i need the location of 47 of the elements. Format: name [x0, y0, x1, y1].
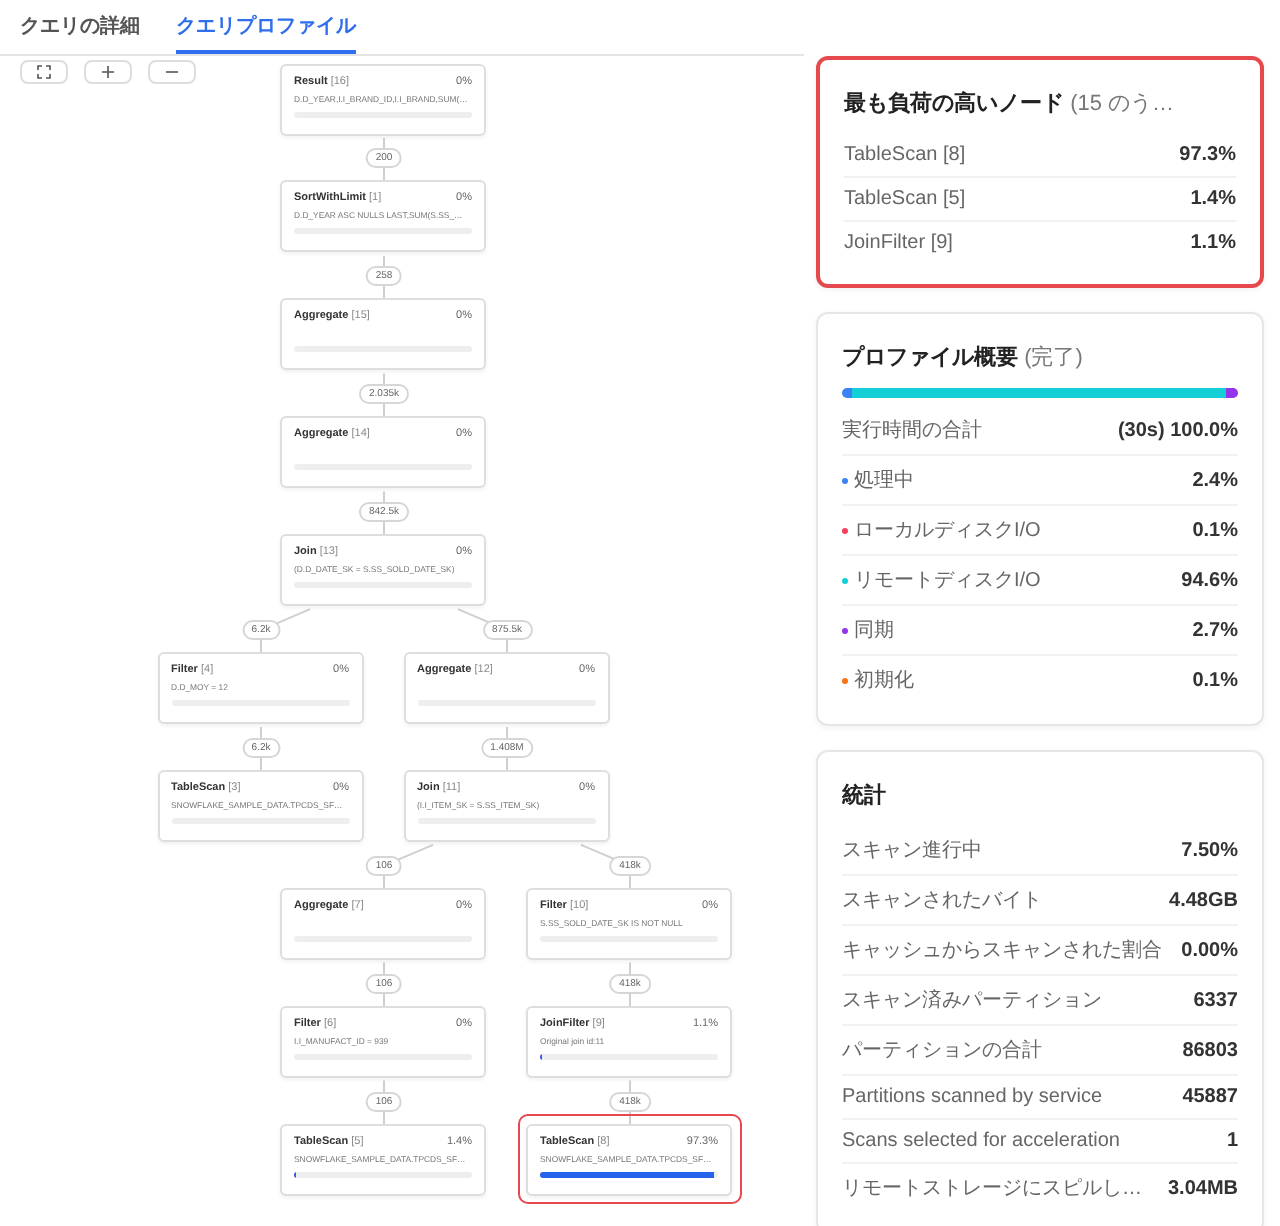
row-label: 同期: [854, 617, 894, 644]
row-value: 1.4%: [1190, 188, 1236, 210]
tab[interactable]: クエリプロファイル: [176, 0, 356, 54]
row-value: 3.04MB: [1167, 1177, 1238, 1199]
row-label: 処理中: [854, 467, 914, 494]
row-label: パーティションの合計: [842, 1037, 1042, 1064]
card-title: プロファイル概要 (完了): [842, 343, 1085, 372]
row-label: TableScan [5]: [844, 188, 966, 210]
row-value: 7.50%: [1181, 839, 1238, 861]
row-label: リモートストレージにスピルし…: [842, 1176, 1142, 1202]
zoom-in-button[interactable]: [84, 60, 132, 84]
fit-icon: [36, 64, 52, 80]
row-value: 0.1%: [1192, 669, 1238, 691]
card-title: 統計: [842, 781, 888, 810]
row-value: 1: [1226, 1130, 1238, 1152]
row-value: 0.00%: [1181, 939, 1238, 961]
connector-line: [629, 1079, 631, 1126]
row-label: TableScan [8]: [844, 144, 966, 166]
row-value: 1.1%: [1190, 232, 1236, 254]
row-label: キャッシュからスキャンされた割合: [842, 937, 1162, 964]
row-value: 2.7%: [1192, 619, 1238, 641]
row-label: スキャンされたバイト: [842, 888, 1042, 914]
row-label: リモートディスクI/O: [854, 568, 1041, 594]
tab[interactable]: クエリの詳細: [20, 0, 140, 54]
row-label: スキャン進行中: [842, 837, 982, 864]
connector-line: [383, 254, 385, 301]
row-value: 2.4%: [1192, 469, 1238, 491]
row-value: 4.48GB: [1169, 889, 1238, 911]
row-value: 0.1%: [1192, 519, 1238, 541]
row-value: (30s) 100.0%: [1117, 419, 1238, 441]
connector-line: [383, 137, 385, 183]
row-label: ローカルディスクI/O: [854, 518, 1041, 544]
row-value: 97.3%: [1179, 144, 1236, 166]
row-value: 45887: [1182, 1086, 1238, 1108]
row-label: Scans selected for acceleration: [842, 1130, 1120, 1152]
row-label: 実行時間の合計: [842, 417, 982, 444]
plus-icon: [100, 64, 116, 80]
row-label: 初期化: [854, 667, 914, 694]
row-label: JoinFilter [9]: [844, 232, 953, 254]
zoom-out-button[interactable]: [148, 60, 196, 84]
row-label: Partitions scanned by service: [842, 1086, 1103, 1108]
row-value: 94.6%: [1181, 569, 1238, 591]
row-value: 86803: [1182, 1039, 1238, 1061]
card-title: 最も負荷の高いノード (15 のう…: [844, 89, 1177, 118]
row-label: スキャン済みパーティション: [842, 987, 1102, 1014]
row-value: 6337: [1193, 989, 1238, 1011]
fit-button[interactable]: [20, 60, 68, 84]
